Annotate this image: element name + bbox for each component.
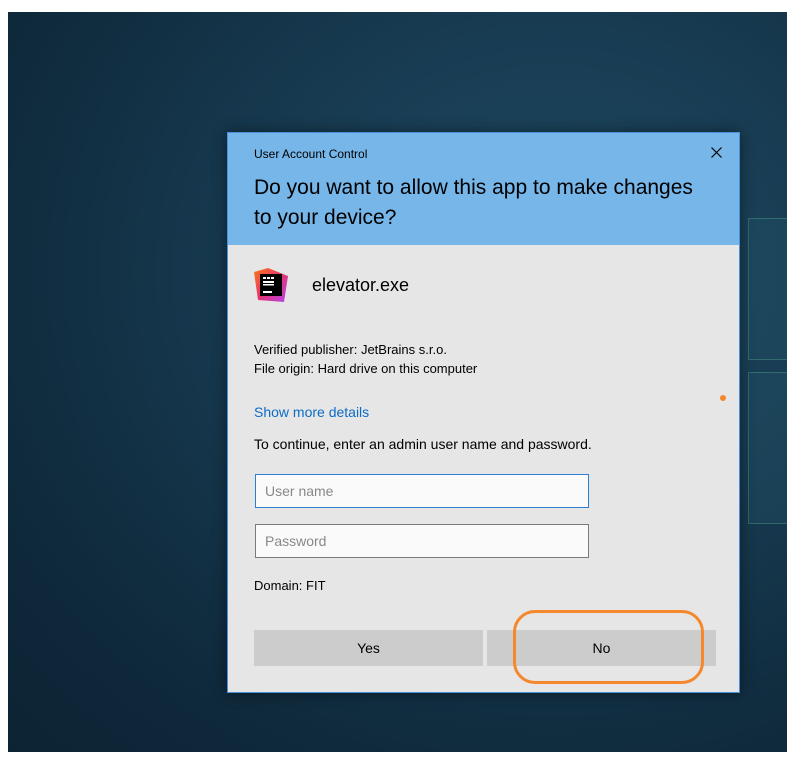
file-origin-text: File origin: Hard drive on this computer: [254, 361, 478, 376]
uac-dialog: User Account Control Do you want to allo…: [227, 132, 740, 693]
close-icon: [710, 146, 722, 158]
dialog-question: Do you want to allow this app to make ch…: [254, 176, 693, 229]
close-button[interactable]: [705, 141, 727, 163]
username-input[interactable]: [255, 474, 589, 508]
app-name: elevator.exe: [312, 274, 410, 295]
jetbrains-icon: [254, 268, 288, 302]
app-row: elevator.exe: [254, 267, 409, 303]
domain-text: Domain: FIT: [254, 578, 326, 593]
show-more-details-link[interactable]: Show more details: [254, 404, 369, 420]
bottom-strip: [0, 752, 787, 780]
dialog-caption: User Account Control: [254, 147, 368, 161]
dialog-header: User Account Control Do you want to allo…: [228, 133, 739, 245]
top-cropped-strip: [0, 0, 787, 12]
no-button[interactable]: No: [487, 630, 716, 666]
desktop-window-pane: [748, 372, 787, 524]
desktop-window-pane: [748, 218, 787, 360]
password-input[interactable]: [255, 524, 589, 558]
instruction-text: To continue, enter an admin user name an…: [254, 436, 592, 452]
yes-button[interactable]: Yes: [254, 630, 483, 666]
publisher-text: Verified publisher: JetBrains s.r.o.: [254, 342, 447, 357]
